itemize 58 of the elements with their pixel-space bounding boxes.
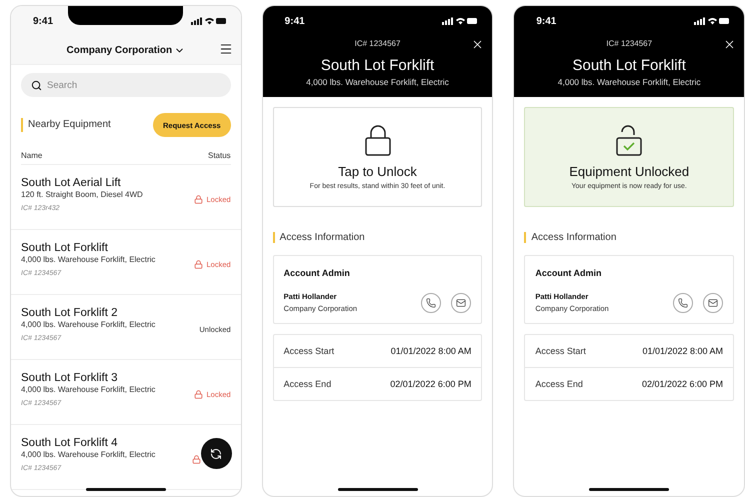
status-icons xyxy=(694,17,730,25)
search-icon xyxy=(31,80,42,90)
equipment-name: South Lot Forklift 3 xyxy=(21,372,119,384)
padlock-icon xyxy=(194,260,204,268)
call-button[interactable] xyxy=(673,292,694,312)
status-icons xyxy=(442,17,478,25)
access-value: 01/01/2022 8:00 AM xyxy=(390,346,472,356)
section-title: Access Information xyxy=(272,232,365,243)
phone-icon xyxy=(678,298,688,308)
equipment-description: 4,000 lbs. Warehouse Forklift, Electric xyxy=(21,255,156,264)
access-label: Access End xyxy=(535,379,583,389)
equipment-description: 4,000 lbs. Warehouse Forklift, Electric xyxy=(558,77,701,87)
equipment-description: 4,000 lbs. Warehouse Forklift, Electric xyxy=(21,320,156,329)
search-bar[interactable]: Search xyxy=(21,73,231,97)
equipment-id: IC# 1234567 xyxy=(606,39,652,48)
access-label: Access End xyxy=(284,379,332,389)
equipment-name: South Lot Forklift 2 xyxy=(21,307,119,319)
section-title: Nearby Equipment xyxy=(21,118,111,132)
access-label: Access Start xyxy=(284,346,334,356)
access-value: 01/01/2022 8:00 AM xyxy=(642,346,724,356)
refresh-button[interactable] xyxy=(200,438,232,469)
access-value: 02/01/2022 6:00 PM xyxy=(390,379,472,389)
mail-icon xyxy=(708,298,718,308)
menu-icon[interactable] xyxy=(218,42,233,56)
equipment-description: 4,000 lbs. Warehouse Forklift, Electric xyxy=(306,77,449,87)
access-label: Access Start xyxy=(535,346,586,356)
equipment-description: 120 ft. Straight Boom, Diesel 4WD xyxy=(21,190,143,199)
search-field[interactable]: Search xyxy=(47,80,197,90)
mail-icon xyxy=(456,298,466,308)
access-value: 02/01/2022 6:00 PM xyxy=(642,379,724,389)
status-icons xyxy=(190,17,227,25)
status-time: 9:41 xyxy=(33,16,54,26)
padlock-icon xyxy=(194,390,204,398)
call-button[interactable] xyxy=(421,292,442,312)
equipment-description: 4,000 lbs. Warehouse Forklift, Electric xyxy=(21,450,156,459)
equipment-title: South Lot Forklift xyxy=(320,57,434,74)
equipment-name: South Lot Aerial Lift xyxy=(21,177,122,189)
email-button[interactable] xyxy=(451,292,472,312)
section-title: Access Information xyxy=(524,232,616,243)
unlocked-padlock-icon xyxy=(615,124,644,156)
refresh-icon xyxy=(210,448,222,460)
column-header: Name xyxy=(21,151,42,160)
email-button[interactable] xyxy=(703,292,724,312)
card-heading: Account Admin xyxy=(535,268,603,278)
equipment-name: South Lot Forklift 4 xyxy=(21,437,119,449)
equipment-id: IC# 1234567 xyxy=(354,39,400,48)
equipment-title: South Lot Forklift xyxy=(572,57,686,74)
status-time: 9:41 xyxy=(284,16,305,26)
company-selector[interactable]: Company Corporation xyxy=(66,44,186,56)
equipment-description: 4,000 lbs. Warehouse Forklift, Electric xyxy=(21,385,156,394)
padlock-icon xyxy=(364,124,392,156)
phone-icon xyxy=(426,298,436,308)
padlock-icon xyxy=(192,454,201,464)
column-header: Status xyxy=(208,151,231,160)
padlock-icon xyxy=(194,194,204,204)
status-time: 9:41 xyxy=(536,16,556,26)
equipment-name: South Lot Forklift xyxy=(21,242,109,254)
card-heading: Account Admin xyxy=(284,268,351,278)
